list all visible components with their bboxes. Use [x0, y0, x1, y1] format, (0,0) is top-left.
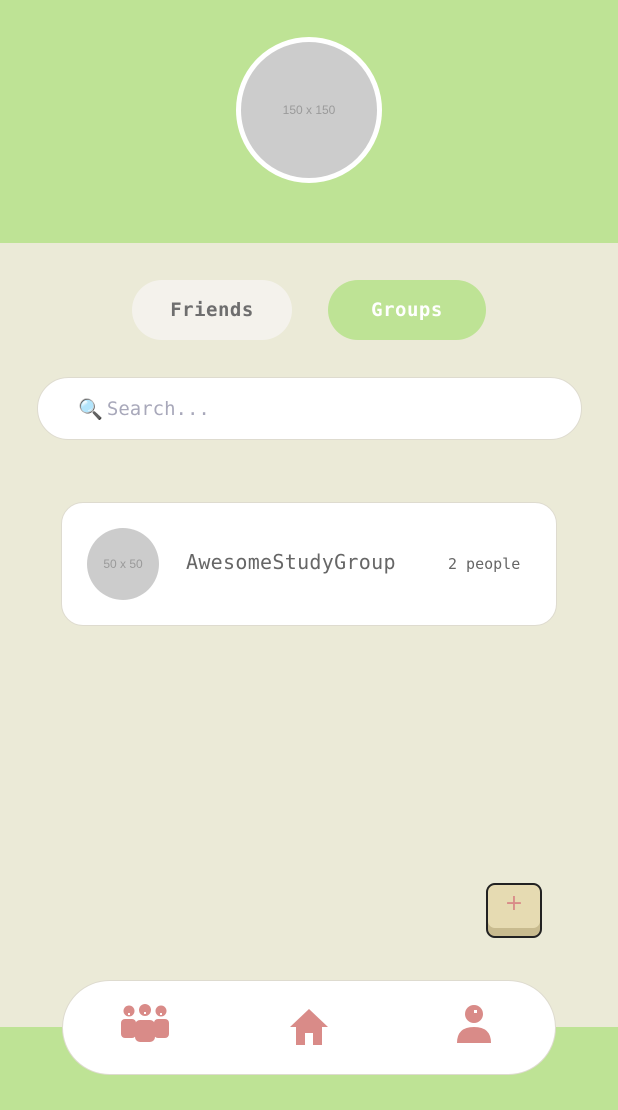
nav-home-button[interactable]	[288, 1007, 330, 1051]
plus-icon: +	[504, 891, 524, 916]
nav-profile-button[interactable]	[453, 1003, 495, 1051]
group-member-count: 2 people	[448, 555, 521, 573]
group-name: AwesomeStudyGroup	[186, 550, 396, 574]
magnifier-icon: 🔍	[78, 396, 103, 421]
profile-avatar[interactable]: 150 x 150	[236, 37, 382, 183]
tab-friends[interactable]: Friends	[132, 280, 292, 340]
group-avatar-placeholder: 50 x 50	[103, 557, 143, 571]
tab-groups-label: Groups	[371, 299, 443, 321]
group-avatar: 50 x 50	[87, 528, 159, 600]
tab-groups[interactable]: Groups	[328, 280, 486, 340]
search-bar[interactable]: 🔍	[37, 377, 582, 440]
avatar-placeholder-text: 150 x 150	[282, 103, 336, 117]
add-group-button[interactable]: +	[486, 883, 542, 938]
group-icon	[121, 1004, 169, 1042]
bottom-navigation	[62, 980, 556, 1075]
home-icon	[290, 1009, 328, 1045]
search-input[interactable]	[106, 397, 547, 420]
tab-friends-label: Friends	[170, 299, 254, 321]
profile-icon	[457, 1005, 491, 1043]
group-list-item[interactable]: 50 x 50 AwesomeStudyGroup 2 people	[61, 502, 557, 626]
nav-friends-button[interactable]	[119, 1003, 171, 1051]
